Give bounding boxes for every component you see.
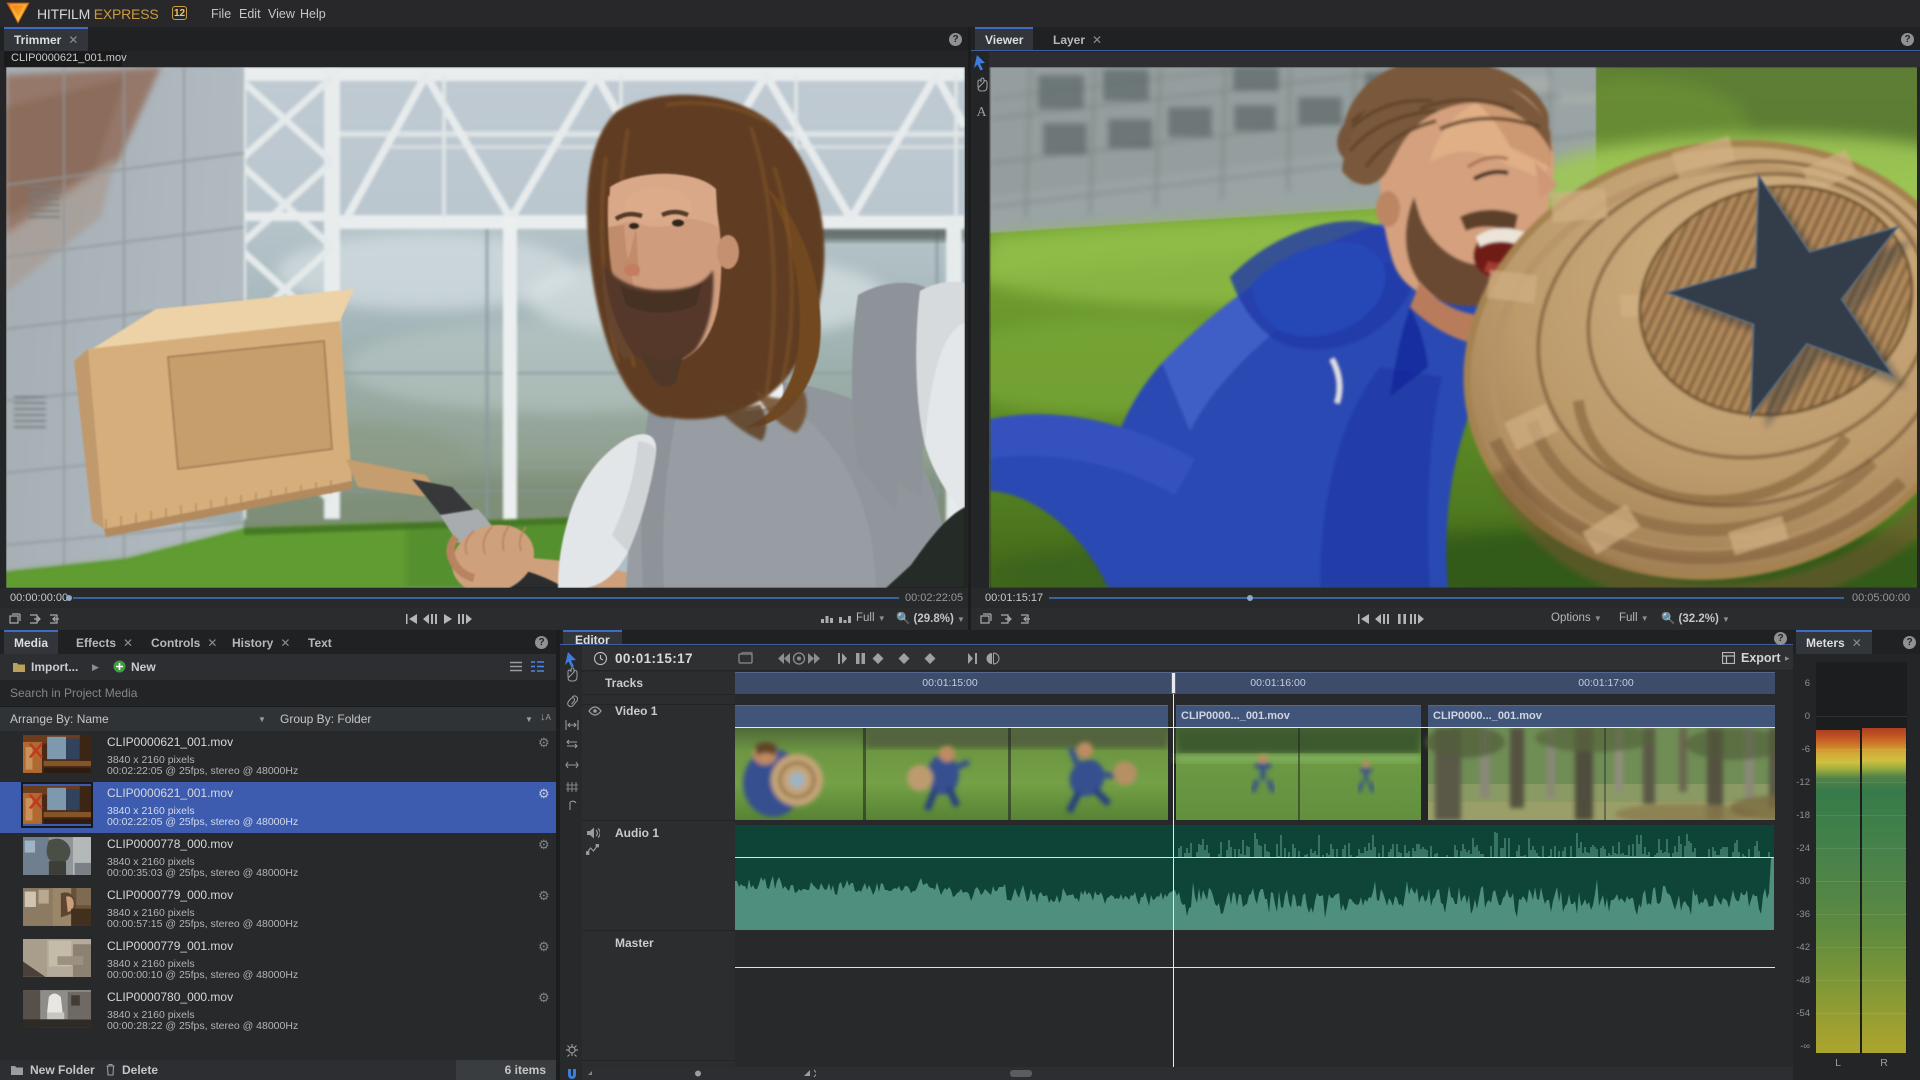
svg-text:A: A [977,105,988,120]
